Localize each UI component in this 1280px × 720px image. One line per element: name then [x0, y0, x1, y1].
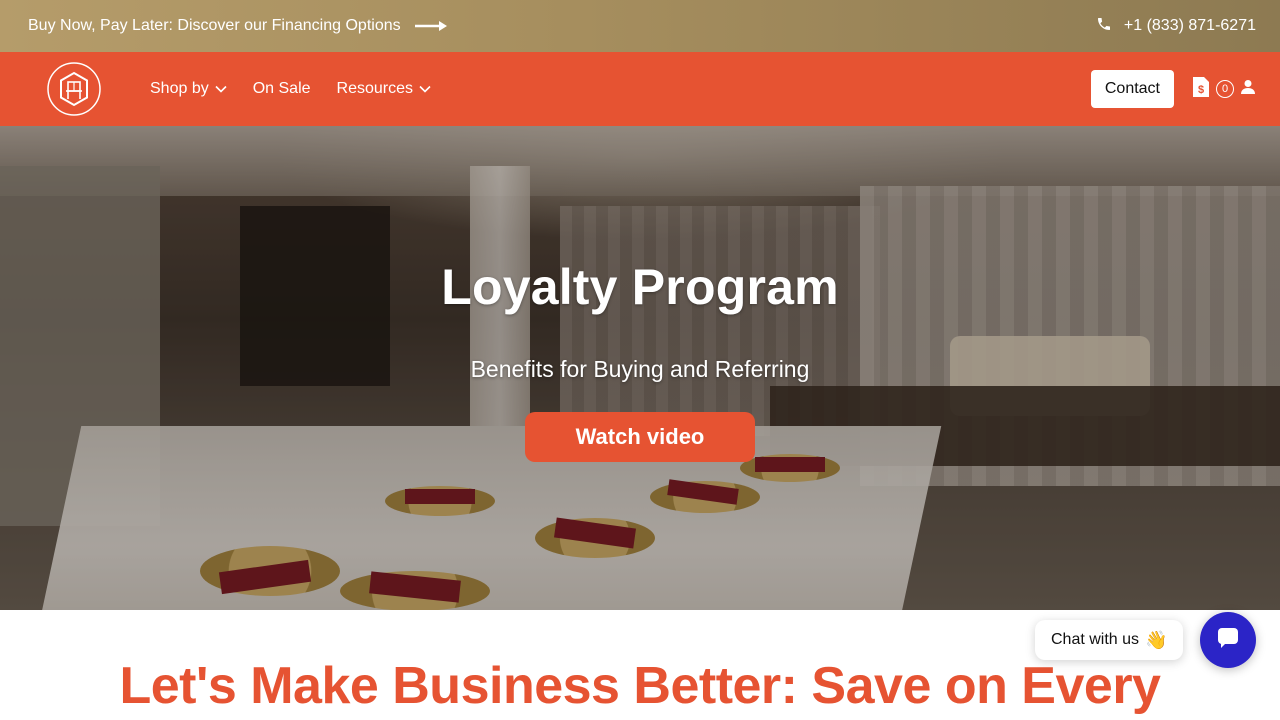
watch-video-button[interactable]: Watch video — [525, 412, 755, 462]
menu-on-sale[interactable]: On Sale — [253, 80, 311, 98]
main-nav: Shop by On Sale Resources Contact $ 0 — [0, 52, 1280, 126]
financing-text: Buy Now, Pay Later: Discover our Financi… — [28, 17, 401, 34]
quote-document-icon[interactable]: $ — [1192, 76, 1210, 103]
arrow-right-icon — [414, 20, 447, 32]
financing-link[interactable]: Buy Now, Pay Later: Discover our Financi… — [28, 17, 447, 35]
cart-count-badge[interactable]: 0 — [1216, 80, 1234, 98]
contact-button[interactable]: Contact — [1090, 70, 1174, 108]
user-icon[interactable] — [1240, 79, 1256, 100]
phone-number: +1 (833) 871-6271 — [1123, 17, 1256, 34]
chat-prompt[interactable]: Chat with us 👋 — [1035, 620, 1184, 660]
promo-bar: Buy Now, Pay Later: Discover our Financi… — [0, 0, 1280, 52]
hero-subtitle: Benefits for Buying and Referring — [470, 356, 810, 382]
phone-link[interactable]: +1 (833) 871-6271 — [1096, 16, 1256, 37]
svg-text:$: $ — [1198, 84, 1204, 96]
menu-on-sale-label: On Sale — [252, 80, 311, 97]
header-icons: $ 0 — [1192, 76, 1256, 103]
section-heading: Let's Make Business Better: Save on Ever… — [119, 657, 1161, 715]
chat-prompt-label: Chat with us — [1051, 631, 1140, 648]
menu-resources[interactable]: Resources — [337, 80, 431, 98]
primary-menu: Shop by On Sale Resources — [150, 80, 431, 98]
chevron-down-icon — [419, 85, 431, 93]
phone-icon — [1096, 16, 1112, 37]
menu-shop-by[interactable]: Shop by — [150, 80, 227, 98]
chat-bubble-icon — [1217, 627, 1239, 654]
chat-open-button[interactable] — [1200, 612, 1256, 668]
hero-banner: Loyalty Program Benefits for Buying and … — [0, 126, 1280, 610]
seatco-logo[interactable] — [46, 58, 102, 120]
menu-shop-by-label: Shop by — [150, 80, 209, 97]
chevron-down-icon — [215, 85, 227, 93]
hero-title: Loyalty Program — [441, 259, 839, 315]
nav-actions: Contact $ 0 — [1090, 70, 1256, 108]
menu-resources-label: Resources — [336, 80, 414, 97]
hero-content: Loyalty Program Benefits for Buying and … — [0, 126, 1280, 610]
wave-emoji: 👋 — [1145, 629, 1168, 650]
